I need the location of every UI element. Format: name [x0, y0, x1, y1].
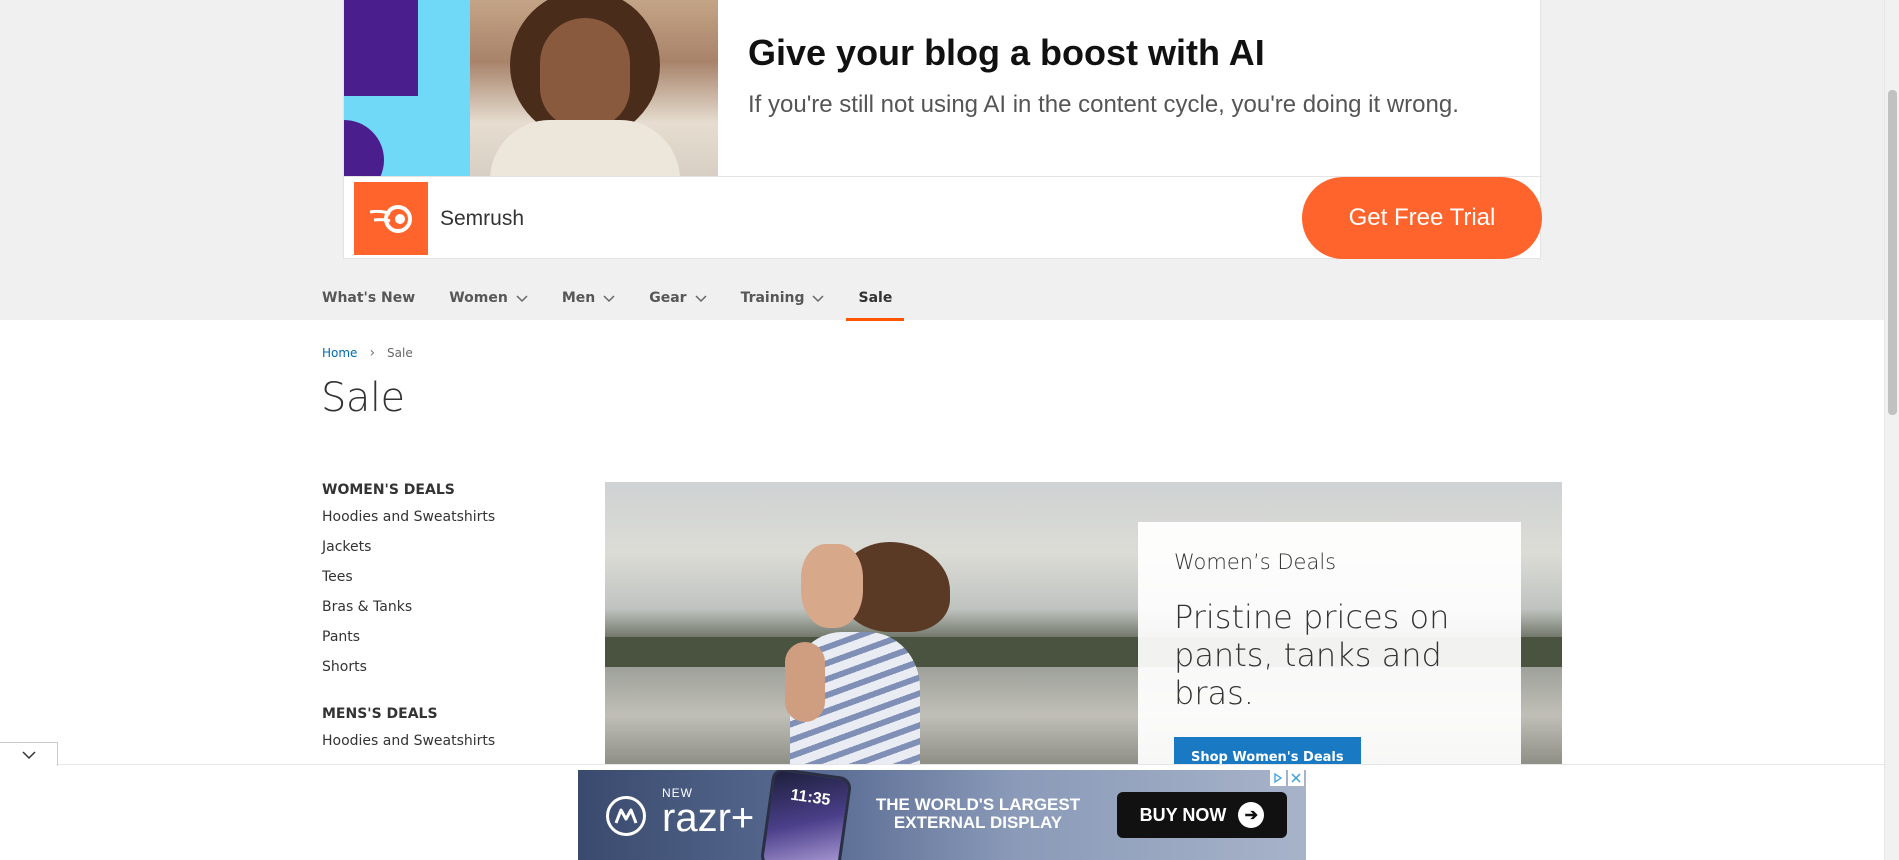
- ad-footer: Semrush Get Free Trial: [344, 176, 1542, 259]
- sidebar-link[interactable]: Hoodies and Sweatshirts: [322, 502, 495, 532]
- razr-ad-banner[interactable]: NEW razr+ 11:35 THE WORLD'S LARGEST EXTE…: [578, 770, 1306, 860]
- breadcrumb-current: Sale: [387, 346, 413, 360]
- nav-item-label: Men: [561, 290, 596, 306]
- ad-title[interactable]: Give your blog a boost with AI: [748, 32, 1265, 74]
- breadcrumb-home-link[interactable]: Home: [322, 346, 357, 360]
- scrollbar-thumb[interactable]: [1888, 90, 1897, 415]
- close-icon[interactable]: [1288, 770, 1304, 786]
- buy-now-button[interactable]: BUY NOW ➔: [1117, 792, 1287, 838]
- breadcrumb: Home › Sale: [322, 345, 413, 361]
- breadcrumb-separator-icon: ›: [369, 345, 376, 361]
- hero-banner[interactable]: Women’s Deals Pristine prices on pants, …: [605, 482, 1562, 764]
- get-free-trial-button[interactable]: Get Free Trial: [1302, 177, 1542, 259]
- hero-kicker: Women’s Deals: [1174, 550, 1337, 574]
- sidebar-link[interactable]: Jackets: [322, 532, 495, 562]
- main-navigation: What's New Women Men Gear Training Sale: [322, 276, 926, 321]
- hero-headline: Pristine prices on pants, tanks and bras…: [1174, 598, 1450, 712]
- nav-item-sale[interactable]: Sale: [846, 276, 905, 321]
- ad-decor-shape: [344, 120, 384, 176]
- sidebar-link[interactable]: Shorts: [322, 652, 495, 682]
- sidebar-heading: WOMEN'S DEALS: [322, 482, 455, 498]
- phone-image: 11:35: [759, 770, 853, 860]
- collapse-ad-button[interactable]: [0, 742, 58, 766]
- chevron-down-icon: [21, 750, 36, 759]
- arrow-right-icon: ➔: [1238, 802, 1265, 828]
- nav-item-label: Training: [740, 290, 805, 306]
- ad-image[interactable]: [344, 0, 718, 176]
- ad-tagline: THE WORLD'S LARGEST EXTERNAL DISPLAY: [875, 795, 1081, 832]
- sidebar-link[interactable]: Hoodies and Sweatshirts: [322, 726, 495, 756]
- nav-item-label: What's New: [322, 290, 416, 306]
- nav-item-gear[interactable]: Gear: [649, 276, 707, 320]
- sidebar-link[interactable]: Bras & Tanks: [322, 592, 495, 622]
- ad-decor-shape: [344, 0, 418, 96]
- sidebar-group-mens-deals: MENS'S DEALS Hoodies and Sweatshirts: [322, 706, 495, 756]
- page-scrollbar[interactable]: [1884, 0, 1899, 860]
- ad-subtitle: If you're still not using AI in the cont…: [748, 91, 1459, 118]
- nav-item-label: Women: [449, 290, 508, 306]
- nav-item-whats-new[interactable]: What's New: [322, 276, 415, 320]
- phone-time: 11:35: [789, 786, 832, 810]
- sidebar: WOMEN'S DEALS Hoodies and Sweatshirts Ja…: [322, 482, 495, 780]
- ad-product-name: razr+: [662, 796, 755, 840]
- nav-item-women[interactable]: Women: [449, 276, 528, 320]
- nav-item-training[interactable]: Training: [741, 276, 825, 320]
- semrush-logo-icon[interactable]: [354, 182, 428, 255]
- sidebar-link[interactable]: Tees: [322, 562, 495, 592]
- buy-now-label: BUY NOW: [1139, 804, 1227, 825]
- chevron-down-icon: [695, 295, 707, 303]
- adchoices-icon[interactable]: [1270, 770, 1286, 786]
- ad-brand-name[interactable]: Semrush: [440, 207, 524, 231]
- ad-photo-woman: [470, 0, 718, 176]
- page-title: Sale: [321, 375, 405, 421]
- sidebar-group-womens-deals: WOMEN'S DEALS Hoodies and Sweatshirts Ja…: [322, 482, 495, 682]
- chevron-down-icon: [812, 295, 825, 303]
- nav-item-men[interactable]: Men: [562, 276, 615, 320]
- hero-info-panel: Women’s Deals Pristine prices on pants, …: [1138, 522, 1521, 764]
- sidebar-link[interactable]: Pants: [322, 622, 495, 652]
- chevron-down-icon: [603, 295, 615, 303]
- sponsored-ad-card[interactable]: Give your blog a boost with AI If you're…: [343, 0, 1542, 259]
- shop-womens-deals-button[interactable]: Shop Women's Deals: [1174, 737, 1361, 764]
- chevron-down-icon: [516, 295, 528, 303]
- motorola-logo-icon: [606, 796, 646, 836]
- nav-item-label: Gear: [649, 290, 687, 306]
- sidebar-heading: MENS'S DEALS: [322, 706, 438, 722]
- nav-item-label: Sale: [858, 290, 893, 306]
